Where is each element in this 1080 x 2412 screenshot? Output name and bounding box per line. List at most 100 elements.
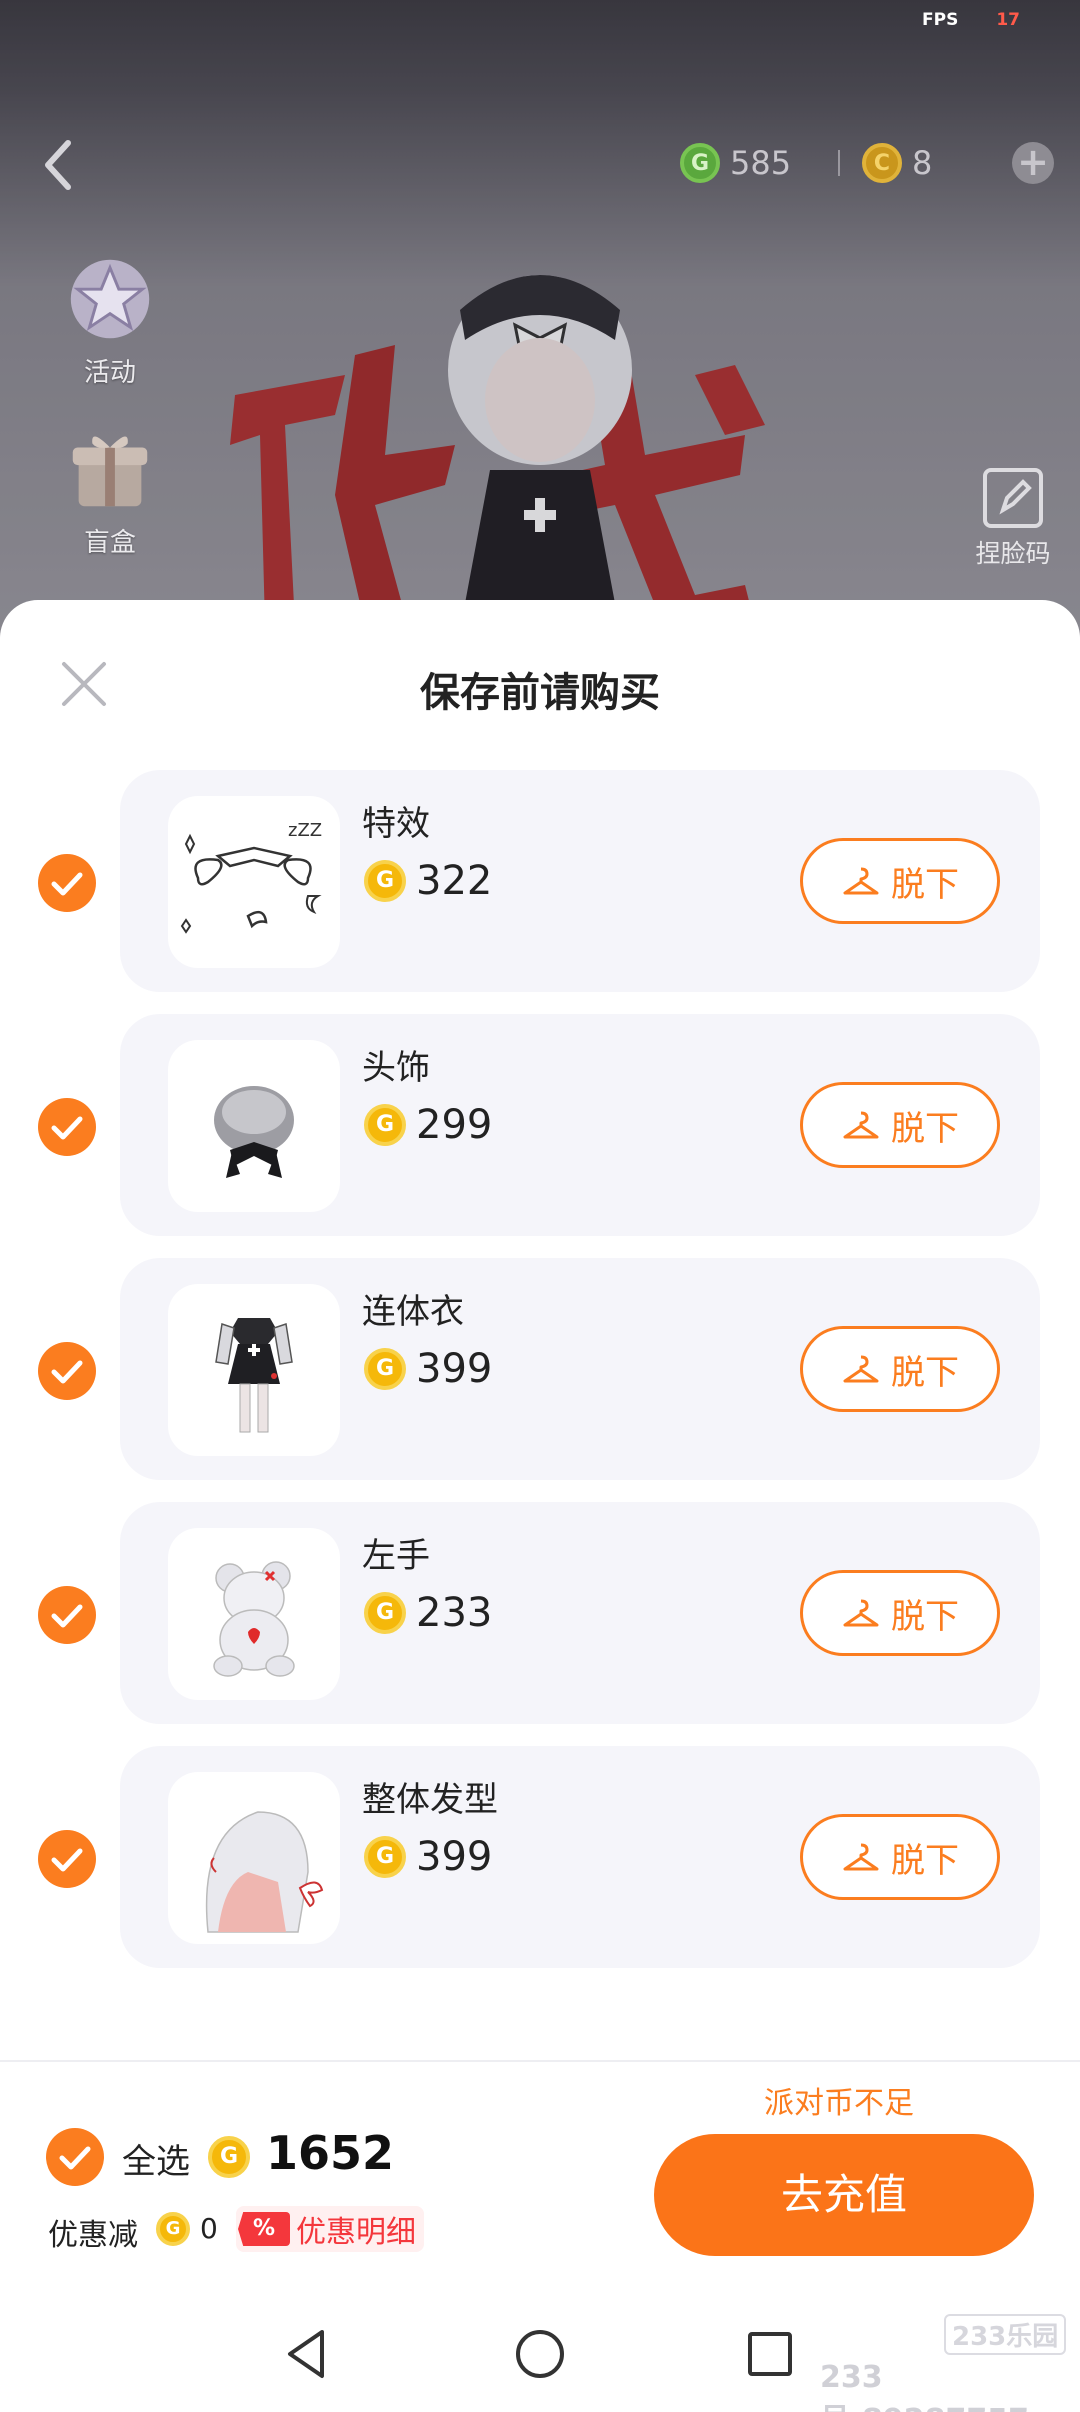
discount-value: 0 xyxy=(200,2212,218,2245)
hair-icon xyxy=(168,1772,340,1944)
takeoff-label: 脱下 xyxy=(891,1596,959,1637)
party-coin-icon xyxy=(364,860,406,902)
price-row: 399 xyxy=(364,1346,492,1392)
party-coin-icon xyxy=(156,2212,190,2246)
back-arrow-icon[interactable] xyxy=(38,135,78,195)
party-coin-icon xyxy=(364,1592,406,1634)
party-coin-icon xyxy=(364,1836,406,1878)
hanger-icon xyxy=(843,1843,879,1871)
item-name: 左手 xyxy=(362,1536,430,1576)
item-card: 整体发型 399 脱下 xyxy=(120,1746,1040,1968)
check-icon xyxy=(51,1848,83,1872)
recharge-button[interactable]: 去充值 xyxy=(654,2134,1034,2256)
item-name: 连体衣 xyxy=(362,1292,464,1332)
hanger-icon xyxy=(843,1355,879,1383)
item-card: zZZ 特效 322 脱下 xyxy=(120,770,1040,992)
takeoff-button[interactable]: 脱下 xyxy=(800,1082,1000,1168)
item-checkbox[interactable] xyxy=(38,1586,96,1644)
insufficient-notice: 派对币不足 xyxy=(764,2086,914,2121)
watermark-logo: 233乐园 xyxy=(944,2314,1067,2355)
item-checkbox[interactable] xyxy=(38,1342,96,1400)
hanger-icon xyxy=(843,1599,879,1627)
discount-detail-label: 优惠明细 xyxy=(296,2215,416,2250)
list-item: 整体发型 399 脱下 xyxy=(0,1746,1080,1968)
takeoff-label: 脱下 xyxy=(891,1352,959,1393)
price-row: 299 xyxy=(364,1102,492,1148)
currency-divider xyxy=(838,150,840,176)
discount-badge: % xyxy=(238,2212,290,2246)
takeoff-button[interactable]: 脱下 xyxy=(800,838,1000,924)
nav-home-icon[interactable] xyxy=(508,2322,572,2386)
side-item-blindbox[interactable]: 盲盒 xyxy=(55,420,165,559)
gift-box-icon xyxy=(72,436,148,507)
sheet-title: 保存前请购买 xyxy=(420,670,660,716)
g-coin-icon: G xyxy=(680,143,720,183)
item-name: 整体发型 xyxy=(362,1780,498,1820)
price-row: 233 xyxy=(364,1590,492,1636)
side-item-label: 盲盒 xyxy=(83,528,136,558)
party-coin-icon xyxy=(364,1348,406,1390)
c-coin-balance: C 8 xyxy=(862,140,932,186)
watermark: 233号:89287757 xyxy=(820,2360,1029,2412)
purchase-sheet: 保存前请购买 zZZ 特效 322 xyxy=(0,600,1080,2412)
item-price: 233 xyxy=(416,1590,493,1636)
hanger-icon xyxy=(843,1111,879,1139)
game-scene: FPS 17 G 585 C 8 + 活动 盲盒 捏脸码 xyxy=(0,0,1080,640)
discount-label: 优惠减 xyxy=(48,2218,138,2253)
outfit-icon xyxy=(168,1284,340,1456)
item-card: 头饰 299 脱下 xyxy=(120,1014,1040,1236)
item-card: 左手 233 脱下 xyxy=(120,1502,1040,1724)
list-item: zZZ 特效 322 脱下 xyxy=(0,770,1080,992)
face-code-label: 捏脸码 xyxy=(975,539,1051,568)
nav-recents-icon[interactable] xyxy=(738,2322,802,2386)
hanger-icon xyxy=(843,867,879,895)
takeoff-label: 脱下 xyxy=(891,864,959,905)
item-card: 连体衣 399 脱下 xyxy=(120,1258,1040,1480)
fps-label: FPS xyxy=(922,10,959,30)
g-coin-balance: G 585 xyxy=(680,140,791,186)
check-icon xyxy=(51,872,83,896)
total-price: 1652 xyxy=(266,2126,395,2180)
list-item: 连体衣 399 脱下 xyxy=(0,1258,1080,1480)
item-name: 特效 xyxy=(362,804,430,844)
g-coin-value: 585 xyxy=(730,144,792,182)
edit-icon xyxy=(983,468,1043,528)
takeoff-button[interactable]: 脱下 xyxy=(800,1814,1000,1900)
side-item-activity[interactable]: 活动 xyxy=(55,250,165,389)
nav-back-icon[interactable] xyxy=(276,2322,340,2386)
fps-value: 17 xyxy=(996,10,1020,30)
teddy-bear-icon xyxy=(168,1528,340,1700)
check-icon xyxy=(51,1604,83,1628)
item-checkbox[interactable] xyxy=(38,1098,96,1156)
item-price: 399 xyxy=(416,1346,493,1392)
takeoff-button[interactable]: 脱下 xyxy=(800,1326,1000,1412)
takeoff-button[interactable]: 脱下 xyxy=(800,1570,1000,1656)
star-badge-icon xyxy=(70,259,150,339)
svg-text:zZZ: zZZ xyxy=(288,820,322,841)
takeoff-label: 脱下 xyxy=(891,1840,959,1881)
sleep-effect-icon: zZZ xyxy=(168,796,340,968)
item-price: 299 xyxy=(416,1102,493,1148)
c-coin-icon: C xyxy=(862,143,902,183)
list-item: 左手 233 脱下 xyxy=(0,1502,1080,1724)
item-price: 322 xyxy=(416,858,493,904)
footer-divider xyxy=(0,2060,1080,2062)
select-all-label[interactable]: 全选 xyxy=(122,2134,190,2183)
add-currency-button[interactable]: + xyxy=(1012,142,1054,184)
fps-counter: FPS 17 xyxy=(922,10,1020,30)
discount-detail-link[interactable]: % 优惠明细 xyxy=(236,2206,424,2252)
item-checkbox[interactable] xyxy=(38,1830,96,1888)
face-code-button[interactable]: 捏脸码 xyxy=(958,468,1068,570)
select-all-checkbox[interactable] xyxy=(46,2128,104,2186)
list-item: 头饰 299 脱下 xyxy=(0,1014,1080,1236)
party-coin-icon xyxy=(364,1104,406,1146)
item-checkbox[interactable] xyxy=(38,854,96,912)
price-row: 322 xyxy=(364,858,492,904)
c-coin-value: 8 xyxy=(912,144,933,182)
side-item-label: 活动 xyxy=(83,358,136,388)
price-row: 399 xyxy=(364,1834,492,1880)
party-coin-icon xyxy=(208,2136,250,2178)
check-icon xyxy=(51,1116,83,1140)
takeoff-label: 脱下 xyxy=(891,1108,959,1149)
bonnet-icon xyxy=(168,1040,340,1212)
